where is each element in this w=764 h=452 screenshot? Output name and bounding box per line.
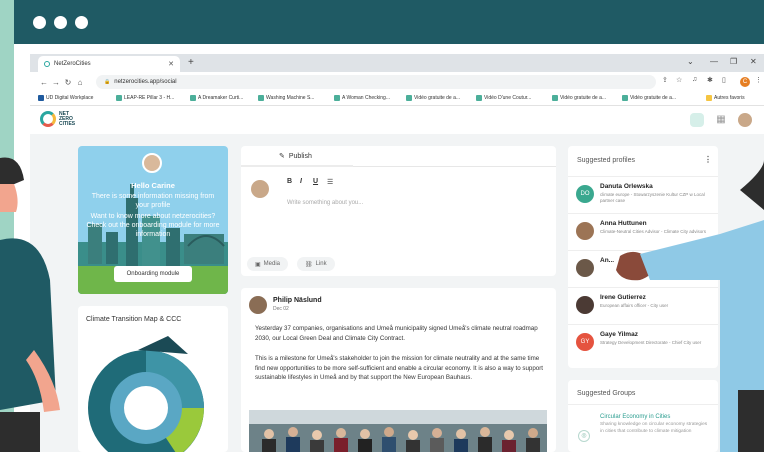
sidebar-icon[interactable]: ▯ (722, 76, 726, 84)
media-button[interactable]: ▣ Media (247, 257, 289, 271)
onboarding-card: Hello Carine There is some information m… (78, 146, 228, 294)
avatar (576, 296, 594, 314)
person-illustration-right (616, 160, 764, 452)
avatar: GY (576, 333, 594, 351)
netzerocities-logo[interactable]: NET ZERO CITIES (40, 111, 75, 127)
bookmark-icon (406, 95, 412, 101)
tab-publish[interactable]: ✎ Publish (279, 152, 312, 161)
folder-icon (706, 95, 712, 101)
bold-button[interactable]: B (287, 178, 292, 185)
transition-map-wheel-illustration[interactable] (78, 330, 228, 452)
extensions-icon[interactable]: ✱ (707, 76, 713, 84)
url-text: netzerocities.app/social (114, 79, 177, 85)
profile-missing-text: There is some information missing from y… (91, 193, 215, 209)
close-tab-icon[interactable]: ✕ (168, 60, 174, 68)
back-icon[interactable]: ← (38, 78, 50, 87)
bookmark-item[interactable]: Washing Machine S... (258, 95, 314, 101)
bookmark-icon (476, 95, 482, 101)
social-feed-button[interactable] (690, 113, 704, 127)
tab-strip: NetZeroCities ✕ + ⌄ — ❐ ✕ (30, 54, 764, 72)
post-paragraph: Yesterday 37 companies, organisations an… (255, 325, 538, 342)
italic-button[interactable]: I (300, 178, 302, 185)
avatar: DO (576, 185, 594, 203)
user-avatar[interactable] (738, 113, 752, 127)
bookmark-item[interactable]: A Dreamaker Curti... (190, 95, 243, 101)
active-tab-indicator (241, 165, 353, 167)
image-icon: ▣ (255, 261, 261, 268)
post-composer-input[interactable]: Write something about you... (287, 200, 363, 206)
bookmark-icon (38, 95, 44, 101)
apps-grid-icon[interactable]: ▦ (714, 113, 728, 127)
bookmark-item[interactable]: UD Digital Workplace (38, 95, 93, 101)
group-photo-illustration (249, 410, 547, 452)
bookmark-item[interactable]: Vidéo gratuite de a... (552, 95, 606, 101)
presentation-frame-bar (14, 0, 764, 44)
publish-card: ✎ Publish B I U ☰ Write something about … (241, 146, 556, 276)
bookmark-icon (190, 95, 196, 101)
window-dot (75, 16, 88, 29)
post-author-avatar[interactable] (249, 296, 267, 314)
underline-button[interactable]: U (313, 178, 318, 185)
bookmark-item[interactable]: Vidéo D'une Coutur... (476, 95, 531, 101)
reload-icon[interactable]: ↻ (62, 78, 74, 87)
avatar (576, 222, 594, 240)
link-icon: ⛓ (305, 261, 313, 268)
bookmark-icon (258, 95, 264, 101)
home-icon[interactable]: ⌂ (74, 78, 86, 87)
bookmark-icon (622, 95, 628, 101)
bookmark-icon (116, 95, 122, 101)
browser-profile-avatar[interactable]: C (740, 77, 750, 87)
onboarding-avatar (142, 153, 162, 173)
logo-ring-icon (40, 111, 56, 127)
post-date: Dec 02 (273, 306, 289, 312)
minimize-icon[interactable]: — (710, 57, 718, 66)
bookmark-icon (552, 95, 558, 101)
onboarding-info-text: Want to know more about netzerocities? C… (86, 213, 220, 238)
list-icon[interactable]: ☰ (327, 178, 333, 186)
group-icon: ◎ (578, 430, 590, 442)
bookmark-item[interactable]: LEAP-RE Pillar 3 - H... (116, 95, 174, 101)
close-window-icon[interactable]: ✕ (750, 57, 757, 66)
person-illustration-left (0, 157, 60, 452)
bookmark-icon (334, 95, 340, 101)
browser-toolbar: ← → ↻ ⌂ 🔒 netzerocities.app/social ⇪ ☆ ♫… (30, 72, 764, 92)
chevron-down-icon[interactable]: ⌄ (687, 57, 694, 66)
bookmarks-bar: UD Digital Workplace LEAP-RE Pillar 3 - … (30, 92, 764, 106)
app-header: NET ZERO CITIES ▦ (30, 106, 764, 134)
new-tab-icon[interactable]: + (188, 57, 194, 68)
climate-transition-map-card: Climate Transition Map & CCC (78, 306, 228, 452)
bookmark-folder[interactable]: Autres favoris (706, 95, 745, 101)
pencil-icon: ✎ (279, 153, 285, 160)
link-button[interactable]: ⛓ Link (297, 257, 335, 271)
window-dot (33, 16, 46, 29)
share-icon[interactable]: ⇪ (662, 76, 668, 84)
window-dot (54, 16, 67, 29)
feed-post: Philip Näslund Dec 02 Yesterday 37 compa… (241, 288, 556, 452)
lock-icon: 🔒 (104, 79, 111, 85)
favicon-icon (44, 61, 50, 67)
forward-icon[interactable]: → (50, 78, 62, 87)
post-author-name[interactable]: Philip Näslund (273, 297, 322, 304)
text-fade (241, 376, 556, 410)
bookmark-item[interactable]: A Woman Checking... (334, 95, 390, 101)
greeting-text: Hello Carine (131, 181, 175, 190)
bookmark-item[interactable]: Vidéo gratuite de a... (622, 95, 676, 101)
browser-tab[interactable]: NetZeroCities ✕ (38, 56, 180, 72)
avatar (576, 259, 594, 277)
music-icon[interactable]: ♫ (692, 76, 697, 83)
address-bar[interactable]: 🔒 netzerocities.app/social (96, 75, 656, 89)
onboarding-module-button[interactable]: Onboarding module (114, 266, 192, 282)
card-title: Climate Transition Map & CCC (86, 316, 182, 323)
maximize-icon[interactable]: ❐ (730, 57, 737, 66)
composer-avatar (251, 180, 269, 198)
menu-kebab-icon[interactable]: ⋮ (755, 76, 762, 84)
star-icon[interactable]: ☆ (676, 76, 682, 84)
post-photo[interactable] (249, 410, 547, 452)
bookmark-item[interactable]: Vidéo gratuite de a... (406, 95, 460, 101)
browser-tab-title: NetZeroCities (54, 61, 91, 67)
